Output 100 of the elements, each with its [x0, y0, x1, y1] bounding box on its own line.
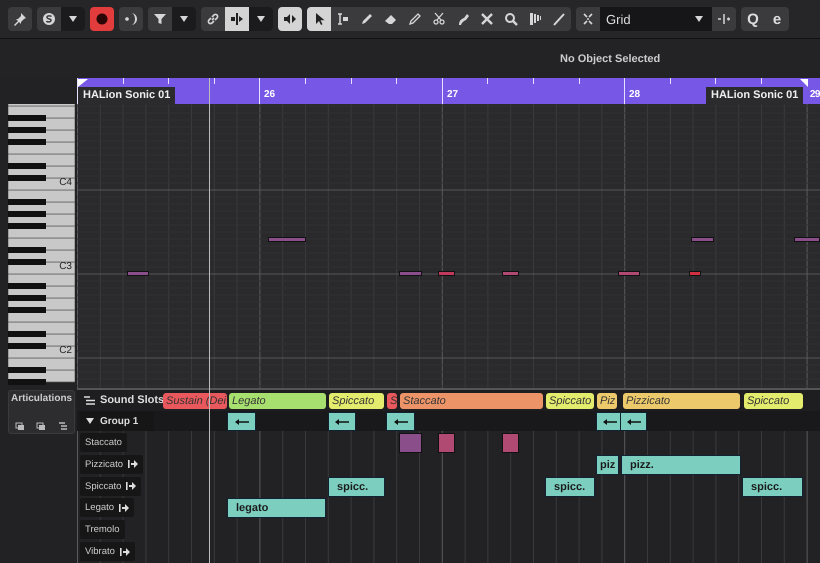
toolbar-button[interactable] [225, 7, 249, 31]
midi-note[interactable] [502, 271, 519, 276]
lane-label[interactable]: Vibrato [80, 542, 135, 561]
midi-note[interactable] [127, 271, 149, 276]
list-icon[interactable] [58, 422, 68, 431]
articulation-event[interactable]: legato [227, 498, 326, 518]
ruler-bar[interactable]: HALion Sonic 01 26 27 28 HALion Sonic 01 29 [77, 78, 820, 104]
panel-title: Articulations [10, 392, 74, 406]
note-event[interactable] [438, 433, 455, 453]
direction-event[interactable] [620, 412, 647, 431]
lane-name: Staccato [85, 437, 122, 448]
articulation-event[interactable]: piz [596, 454, 619, 475]
split-icon [230, 12, 244, 26]
midi-note[interactable] [438, 271, 455, 276]
key-label: C3 [59, 261, 72, 272]
speaker-icon [283, 12, 297, 26]
articulation-event[interactable]: spicc. [545, 476, 595, 497]
sound-slot[interactable]: Piz [597, 393, 617, 409]
record-icon [95, 12, 109, 26]
sound-slot[interactable]: Staccato [400, 393, 543, 409]
bars-icon [528, 12, 542, 26]
toolbar-button[interactable] [307, 7, 331, 31]
zoom-icon [504, 12, 518, 26]
scissors-icon [432, 12, 446, 26]
midi-note[interactable] [794, 237, 820, 242]
key-label: C2 [59, 345, 72, 356]
lane-label[interactable]: Staccato [80, 433, 127, 452]
lane-name: Vibrato [85, 546, 115, 557]
left-arrow-icon [394, 418, 408, 424]
toolbar-button[interactable]: Q [741, 7, 765, 31]
lane-name: Pizzicato [85, 458, 124, 470]
part-start-marker-icon [78, 79, 88, 87]
lane-label[interactable]: Spiccato [80, 476, 142, 496]
filter-icon [153, 12, 167, 26]
range-icon [336, 12, 350, 26]
part-name-label: HALion Sonic 01 [706, 87, 804, 104]
lane-label[interactable]: Tremolo [80, 520, 124, 540]
pin-icon [13, 12, 27, 26]
lane-name: Legato [85, 502, 114, 514]
bar-number: 29 [810, 89, 820, 100]
dropdown-button[interactable] [61, 7, 85, 31]
pen-icon [408, 12, 422, 26]
eraser-icon [384, 12, 398, 26]
direction-event[interactable] [328, 412, 356, 431]
midi-note[interactable] [268, 237, 306, 242]
left-arrow-icon [234, 418, 248, 424]
expanded-triangle-icon [86, 417, 94, 425]
group-header[interactable]: Group 1 [80, 411, 154, 431]
articulation-event[interactable]: spicc. [742, 476, 803, 497]
left-arrow-icon [603, 418, 617, 424]
lane-label[interactable]: Pizzicato [80, 454, 144, 474]
midi-note[interactable] [691, 237, 714, 242]
note-event[interactable] [502, 433, 519, 453]
sound-slot[interactable]: Spiccato [546, 393, 594, 409]
part-name-label: HALion Sonic 01 [78, 87, 176, 104]
lane-name: Spiccato [85, 480, 122, 492]
link-icon [206, 12, 220, 26]
pencil-icon [360, 12, 374, 26]
snap-icon [581, 12, 595, 26]
toolbar-button[interactable] [278, 7, 302, 31]
midi-note[interactable] [618, 271, 640, 276]
info-line-text: No Object Selected [560, 52, 660, 64]
left-arrow-icon [335, 418, 349, 424]
crescent-icon [124, 12, 138, 26]
articulation-event[interactable]: pizz. [621, 454, 741, 475]
sound-slot[interactable]: Legato [229, 393, 326, 409]
articulation-event[interactable]: spicc. [328, 476, 385, 497]
bar-number: 26 [264, 89, 276, 100]
sound-slot[interactable]: Pizzicato [623, 393, 740, 409]
dropdown-button[interactable] [172, 7, 196, 31]
direction-arrow-icon [119, 504, 130, 512]
sound-slot[interactable]: Sustain (Dei [163, 393, 227, 409]
sound-slot[interactable]: Spiccato [744, 393, 803, 409]
copy-icon[interactable] [36, 422, 46, 431]
bar-number: 27 [447, 89, 458, 100]
part-end-marker-icon [800, 79, 808, 87]
left-arrow-icon [626, 418, 640, 424]
lane-name: Tremolo [85, 524, 120, 536]
s-circle-icon [42, 12, 56, 26]
bar-number: 28 [629, 89, 640, 100]
dropdown-button[interactable] [249, 7, 273, 31]
sound-slots-text: Sound Slots [100, 394, 164, 406]
list-icon [84, 396, 95, 404]
insert-icon [717, 12, 731, 26]
snap-type-dropdown[interactable]: Grid [600, 7, 712, 31]
copy-icon[interactable] [14, 422, 25, 431]
direction-arrow-icon [120, 548, 130, 556]
sound-slot[interactable]: Spiccato [329, 393, 384, 409]
x-icon [480, 12, 494, 26]
direction-arrow-icon [126, 482, 136, 490]
key-label: C4 [59, 177, 72, 188]
direction-arrow-icon [128, 460, 138, 468]
direction-event[interactable] [227, 412, 256, 431]
line-icon [552, 12, 566, 26]
lane-label[interactable]: Legato [80, 498, 134, 518]
midi-note[interactable] [689, 271, 701, 276]
toolbar-button[interactable]: e [765, 7, 789, 31]
midi-note[interactable] [399, 271, 422, 276]
glue-tube-icon [456, 12, 470, 26]
direction-event[interactable] [386, 412, 415, 431]
